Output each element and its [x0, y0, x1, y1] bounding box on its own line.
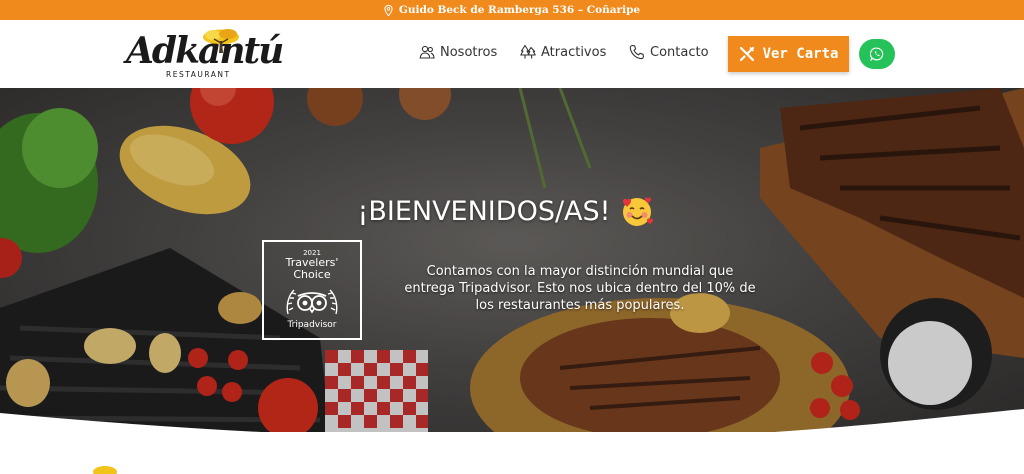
logo-text: Adkantú	[126, 30, 284, 72]
badge-brand: Tripadvisor	[287, 320, 337, 330]
whatsapp-icon	[870, 47, 884, 61]
hero-title: ¡BIENVENIDOS/AS!	[0, 194, 1024, 228]
people-icon	[419, 45, 435, 59]
hero-title-text: ¡BIENVENIDOS/AS!	[357, 195, 611, 227]
address-bar: Guido Beck de Ramberga 536 – Coñaripe	[0, 0, 1024, 20]
phone-icon	[629, 44, 644, 60]
nav-label: Nosotros	[440, 44, 498, 60]
nav-label: Atractivos	[541, 44, 607, 60]
map-pin-icon	[384, 4, 393, 16]
site-header: Adkantú RESTAURANT Nosotros Atractivos C…	[0, 20, 1024, 88]
ver-carta-button[interactable]: Ver Carta	[728, 36, 849, 72]
hero-bottom-divider	[0, 409, 1024, 474]
utensils-icon	[739, 46, 754, 62]
address-text: Guido Beck de Ramberga 536 – Coñaripe	[398, 4, 641, 16]
travelers-choice-badge: 2021 Travelers' Choice Tripadvisor	[262, 240, 362, 340]
nav-label: Contacto	[650, 44, 709, 60]
hero-banner: ¡BIENVENIDOS/AS! 2021 Travelers' Choice	[0, 88, 1024, 432]
trees-icon	[520, 44, 536, 59]
badge-line2: Choice	[293, 268, 331, 281]
logo-subtitle: RESTAURANT	[166, 70, 231, 79]
whatsapp-button[interactable]	[859, 39, 895, 69]
ver-carta-label: Ver Carta	[762, 46, 839, 62]
badge-line1: Travelers'	[285, 256, 339, 269]
nav-item-contacto[interactable]: Contacto	[629, 44, 709, 60]
nav-item-nosotros[interactable]: Nosotros	[419, 44, 497, 60]
tripadvisor-owl-icon	[286, 289, 338, 315]
logo[interactable]: Adkantú RESTAURANT	[126, 28, 284, 84]
smiling-face-with-hearts-icon	[623, 197, 654, 226]
nav-item-atractivos[interactable]: Atractivos	[520, 44, 606, 60]
hero-background-image	[0, 88, 1024, 432]
hero-description: Contamos con la mayor distinción mundial…	[404, 264, 756, 313]
partial-logo-icon	[93, 466, 117, 474]
